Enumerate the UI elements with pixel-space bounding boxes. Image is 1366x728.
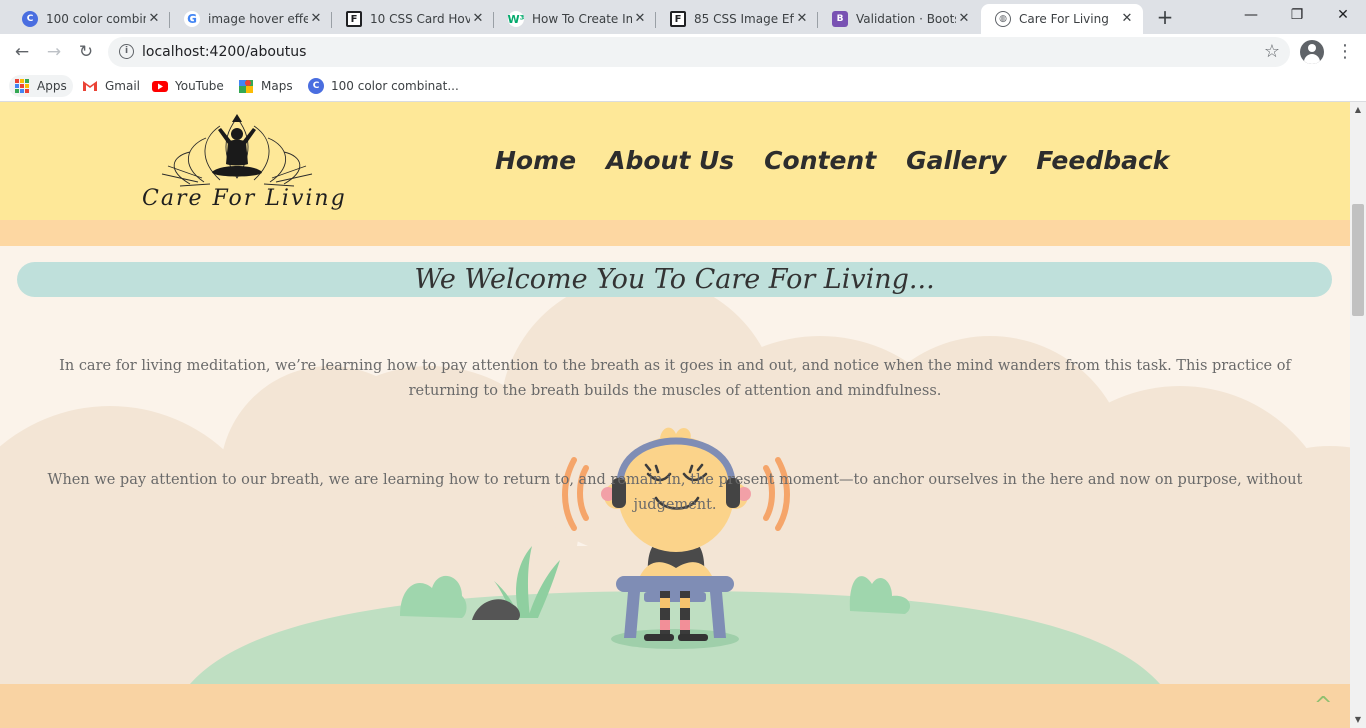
close-tab-icon[interactable]: ✕ xyxy=(632,11,648,27)
tab-how-to-create[interactable]: W³ How To Create Ima ✕ xyxy=(494,4,656,34)
url-text[interactable]: localhost:4200/aboutus xyxy=(142,44,306,60)
tab-bootstrap-validation[interactable]: B Validation · Bootst ✕ xyxy=(818,4,980,34)
w3-icon: W³ xyxy=(507,11,525,27)
bootstrap-icon: B xyxy=(832,11,848,27)
footer-band xyxy=(0,684,1350,728)
close-tab-icon[interactable]: ✕ xyxy=(956,11,972,27)
bookmark-apps[interactable]: Apps xyxy=(9,75,73,97)
nav-content[interactable]: Content xyxy=(764,146,876,175)
address-bar[interactable]: i localhost:4200/aboutus ☆ xyxy=(108,37,1290,67)
close-tab-icon[interactable]: ✕ xyxy=(146,11,162,27)
tab-css-card-hover[interactable]: F 10 CSS Card Hover ✕ xyxy=(332,4,494,34)
logo-text[interactable]: Care For Living xyxy=(142,186,347,211)
intro-paragraph: In care for living meditation, we’re lea… xyxy=(59,358,1291,399)
site-info-icon[interactable]: i xyxy=(119,44,134,59)
nav-gallery[interactable]: Gallery xyxy=(906,146,1006,175)
bookmark-youtube[interactable]: YouTube xyxy=(146,75,230,97)
page-scrollbar[interactable]: ▲ ▼ xyxy=(1350,102,1366,728)
tab-image-hover[interactable]: G image hover effect ✕ xyxy=(170,4,332,34)
tab-title: Validation · Bootst xyxy=(856,12,956,26)
tab-title: 10 CSS Card Hover xyxy=(370,12,470,26)
gmail-icon xyxy=(83,81,97,91)
bookmark-label: YouTube xyxy=(175,79,224,93)
header-divider-band xyxy=(0,220,1350,246)
f-box-icon: F xyxy=(670,11,686,27)
tab-title: 85 CSS Image Effe xyxy=(694,12,794,26)
bookmark-label: Gmail xyxy=(105,79,141,93)
tab-title: 100 color combina xyxy=(46,12,146,26)
close-tab-icon[interactable]: ✕ xyxy=(1119,11,1135,27)
tab-title: Care For Living xyxy=(1019,12,1109,26)
tab-css-image-effects[interactable]: F 85 CSS Image Effe ✕ xyxy=(656,4,818,34)
breath-paragraph: When we pay attention to our breath, we … xyxy=(47,472,1303,513)
c-circle-icon: C xyxy=(308,78,324,94)
tab-color-combinations[interactable]: C 100 color combina ✕ xyxy=(8,4,170,34)
close-tab-icon[interactable]: ✕ xyxy=(794,11,810,27)
tab-strip: C 100 color combina ✕ G image hover effe… xyxy=(0,0,1366,34)
scroll-up-arrow-icon[interactable]: ▲ xyxy=(1350,102,1366,118)
bookmark-gmail[interactable]: Gmail xyxy=(76,75,146,97)
c-circle-icon: C xyxy=(22,11,38,27)
nav-home[interactable]: Home xyxy=(495,146,576,175)
minimize-button[interactable]: — xyxy=(1228,0,1274,30)
close-tab-icon[interactable]: ✕ xyxy=(470,11,486,27)
meditation-illustration xyxy=(0,276,1350,684)
bookmark-label: Maps xyxy=(261,79,293,93)
nav-feedback[interactable]: Feedback xyxy=(1036,146,1169,175)
tab-title: image hover effect xyxy=(208,12,308,26)
bookmark-maps[interactable]: Maps xyxy=(232,75,299,97)
close-window-button[interactable]: ✕ xyxy=(1320,0,1366,30)
tab-care-for-living[interactable]: ◍ Care For Living ✕ xyxy=(981,4,1143,34)
web-page: Care For Living Home About Us Content Ga… xyxy=(0,102,1366,728)
reload-icon[interactable]: ↻ xyxy=(74,40,98,64)
globe-icon: ◍ xyxy=(995,11,1011,27)
profile-avatar-icon[interactable] xyxy=(1300,40,1324,64)
scrollbar-thumb[interactable] xyxy=(1352,204,1364,316)
google-icon: G xyxy=(184,11,200,27)
about-us-section: We Welcome You To Care For Living... In … xyxy=(0,246,1350,684)
main-nav: Home About Us Content Gallery Feedback xyxy=(495,146,1169,175)
bookmark-star-icon[interactable]: ☆ xyxy=(1264,41,1280,62)
bookmarks-bar: Apps Gmail YouTube Maps C 100 color comb… xyxy=(0,70,1366,102)
browser-toolbar: ← → ↻ i localhost:4200/aboutus ☆ xyxy=(0,34,1366,70)
bookmark-label: Apps xyxy=(37,79,67,93)
scroll-to-top-icon[interactable]: ^ xyxy=(1314,693,1332,718)
scroll-down-arrow-icon[interactable]: ▼ xyxy=(1350,712,1366,728)
maps-icon xyxy=(239,80,253,93)
welcome-heading: We Welcome You To Care For Living... xyxy=(414,264,935,295)
close-tab-icon[interactable]: ✕ xyxy=(308,11,324,27)
site-header: Care For Living Home About Us Content Ga… xyxy=(0,102,1350,220)
apps-grid-icon xyxy=(15,79,29,93)
back-arrow-icon[interactable]: ← xyxy=(10,40,34,64)
new-tab-button[interactable]: + xyxy=(1154,6,1176,28)
welcome-banner: We Welcome You To Care For Living... xyxy=(17,262,1332,297)
bookmark-label: 100 color combinat... xyxy=(331,79,459,93)
bookmark-color-combinations[interactable]: C 100 color combinat... xyxy=(302,75,465,97)
browser-menu-icon[interactable]: ⋮ xyxy=(1336,40,1354,64)
youtube-icon xyxy=(152,81,168,92)
forward-arrow-icon[interactable]: → xyxy=(42,40,66,64)
maximize-button[interactable]: ❐ xyxy=(1274,0,1320,30)
f-box-icon: F xyxy=(346,11,362,27)
tab-title: How To Create Ima xyxy=(532,12,632,26)
nav-about-us[interactable]: About Us xyxy=(606,146,734,175)
